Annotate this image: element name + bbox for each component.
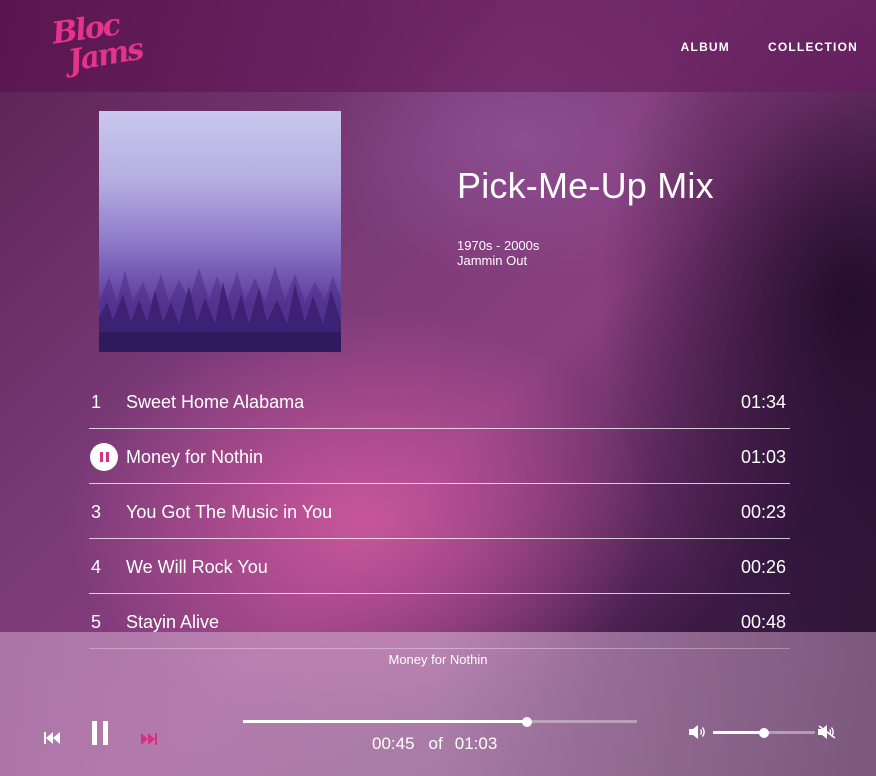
- album-label: Jammin Out: [457, 253, 528, 268]
- volume-down-button[interactable]: [689, 724, 707, 743]
- pause-icon: [92, 721, 108, 745]
- album-meta: 1970s - 2000s Jammin Out: [457, 238, 539, 268]
- song-row[interactable]: 4 We Will Rock You 00:26: [89, 539, 790, 594]
- time-display: 00:45 of 01:03: [372, 734, 497, 754]
- seek-bar[interactable]: [243, 716, 637, 727]
- song-number[interactable]: 5: [91, 612, 115, 633]
- next-icon: [141, 733, 157, 745]
- song-row[interactable]: 1 Sweet Home Alabama 01:34: [89, 374, 790, 429]
- previous-button[interactable]: [44, 729, 60, 748]
- player-bar: Money for Nothin 00:45 of 01:03: [0, 632, 876, 776]
- play-pause-button[interactable]: [91, 721, 109, 749]
- total-time: 01:03: [454, 734, 498, 753]
- song-duration: 00:48: [740, 612, 786, 632]
- volume-slider-thumb[interactable]: [759, 727, 769, 738]
- album-title: Pick-Me-Up Mix: [457, 165, 714, 206]
- song-number[interactable]: 1: [91, 392, 115, 413]
- previous-icon: [44, 732, 60, 744]
- seek-bar-thumb[interactable]: [521, 716, 532, 727]
- album-release-info: 1970s - 2000s: [457, 238, 540, 253]
- volume-icon: [689, 725, 705, 739]
- seek-bar-fill: [243, 720, 527, 723]
- song-duration: 01:34: [740, 392, 786, 412]
- time-separator: of: [428, 734, 443, 753]
- volume-slider[interactable]: [713, 727, 815, 738]
- song-list: 1 Sweet Home Alabama 01:34 Money for Not…: [89, 374, 790, 649]
- nav-link-album[interactable]: ALBUM: [681, 40, 730, 54]
- song-title: Sweet Home Alabama: [126, 392, 305, 412]
- forest-illustration: [99, 266, 341, 352]
- song-duration: 00:26: [740, 557, 786, 577]
- nav-link-collection[interactable]: COLLECTION: [768, 40, 858, 54]
- nav-links: ALBUM COLLECTION: [681, 40, 858, 54]
- song-pause-button[interactable]: [90, 443, 118, 471]
- song-title: We Will Rock You: [126, 557, 268, 577]
- navbar: Bloc Jams ALBUM COLLECTION: [0, 0, 876, 92]
- pause-icon: [99, 452, 103, 462]
- song-title: Stayin Alive: [126, 612, 220, 632]
- song-title: You Got The Music in You: [126, 502, 333, 522]
- song-number[interactable]: 4: [91, 557, 115, 578]
- album-cover-art: [99, 111, 341, 352]
- current-time: 00:45: [372, 734, 415, 753]
- song-row-playing[interactable]: Money for Nothin 01:03: [89, 429, 790, 484]
- song-duration: 01:03: [740, 447, 786, 467]
- next-button[interactable]: [141, 730, 157, 749]
- song-duration: 00:23: [740, 502, 786, 522]
- now-playing-title: Money for Nothin: [388, 652, 488, 667]
- pause-icon-bar: [105, 452, 109, 462]
- bloc-jams-logo[interactable]: Bloc Jams: [44, 8, 152, 80]
- song-row[interactable]: 3 You Got The Music in You 00:23: [89, 484, 790, 539]
- volume-slider-fill: [713, 731, 764, 734]
- mute-button[interactable]: [818, 724, 836, 743]
- song-title: Money for Nothin: [126, 447, 264, 467]
- mute-icon: [818, 725, 836, 739]
- song-number[interactable]: 3: [91, 502, 115, 523]
